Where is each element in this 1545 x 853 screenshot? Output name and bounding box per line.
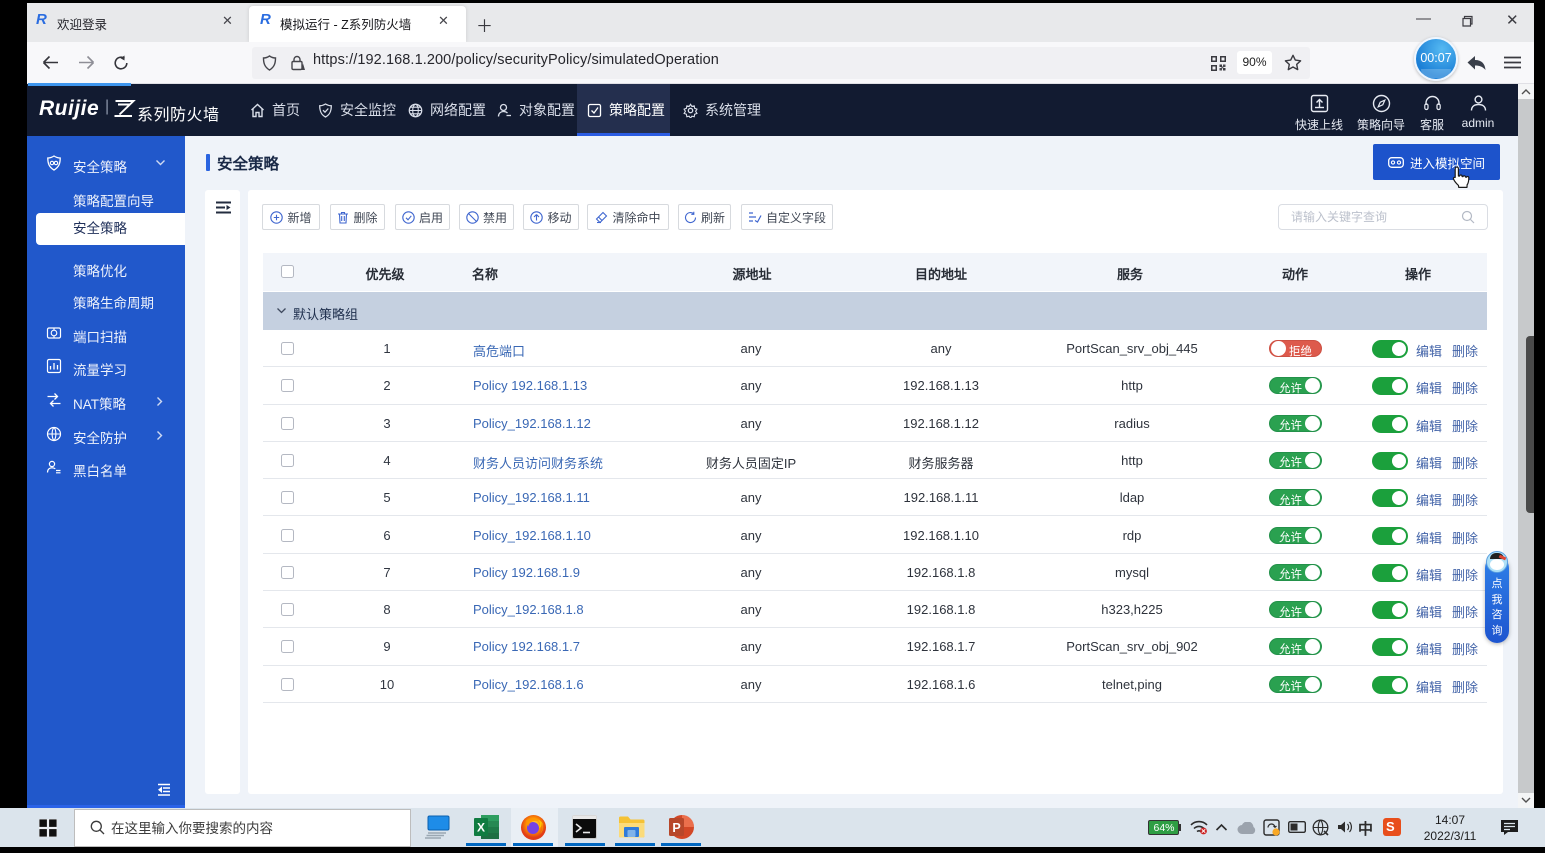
svg-text:X: X xyxy=(477,821,485,835)
svg-text:P: P xyxy=(672,821,680,835)
